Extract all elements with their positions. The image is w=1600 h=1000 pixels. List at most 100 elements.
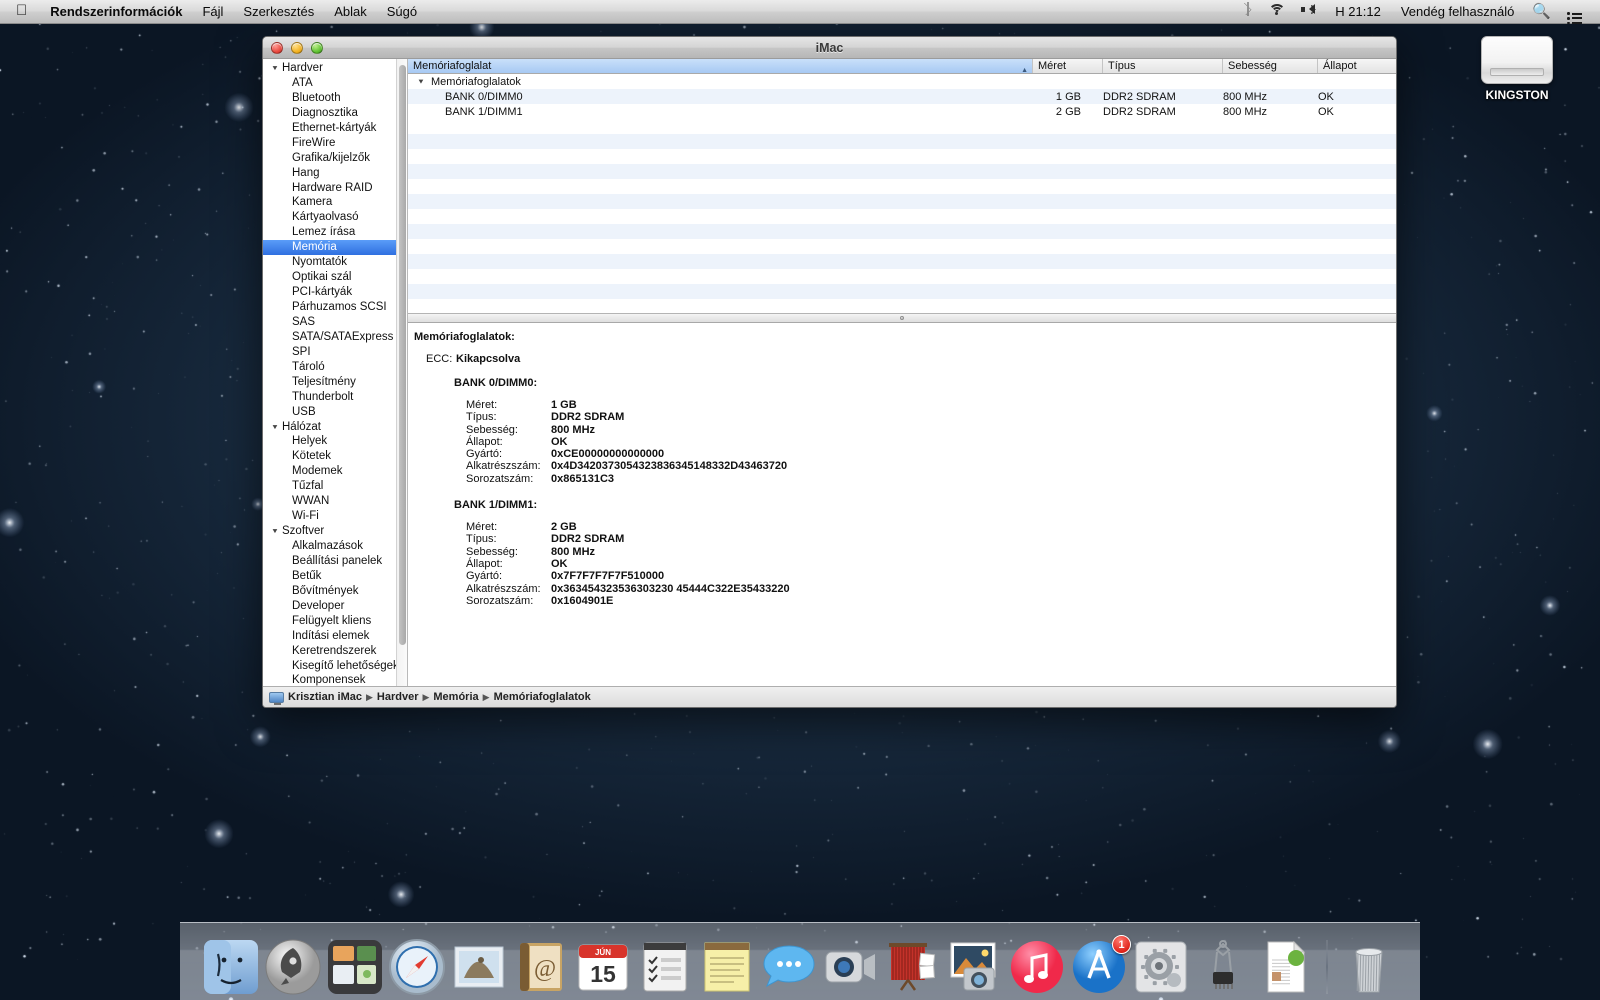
sidebar-item-hang[interactable]: Hang <box>263 166 407 181</box>
sidebar-item-kiseg-t-lehet-s-gek[interactable]: Kisegítő lehetőségek <box>263 659 407 674</box>
sidebar-item-kamera[interactable]: Kamera <box>263 195 407 210</box>
dock-item-iphoto[interactable] <box>946 938 1004 996</box>
breadcrumb-item-hardware[interactable]: Hardver <box>377 691 419 703</box>
menu-item-file[interactable]: Fájl <box>192 0 233 24</box>
sidebar-item-firewire[interactable]: FireWire <box>263 136 407 151</box>
dock-item-document[interactable] <box>1256 938 1314 996</box>
sidebar-item-bluetooth[interactable]: Bluetooth <box>263 91 407 106</box>
breadcrumb-item-computer[interactable]: Krisztian iMac <box>288 691 362 703</box>
dock-item-notes[interactable] <box>698 938 756 996</box>
apple-menu-icon[interactable]:  <box>0 3 40 18</box>
sidebar-item-diagnosztika[interactable]: Diagnosztika <box>263 106 407 121</box>
menu-item-edit[interactable]: Szerkesztés <box>233 0 324 24</box>
desktop-drive-kingston[interactable]: KINGSTON <box>1478 36 1556 102</box>
table-row[interactable]: BANK 0/DIMM0 1 GB DDR2 SDRAM 800 MHz OK <box>408 89 1396 104</box>
sidebar-item-alkalmaz-sok[interactable]: Alkalmazások <box>263 539 407 554</box>
sidebar-item-h-l-zat[interactable]: ▼ Hálózat <box>263 420 407 435</box>
notification-center-icon[interactable] <box>1559 0 1590 24</box>
dock-item-itunes[interactable] <box>1008 938 1066 996</box>
dock-item-mail[interactable] <box>450 938 508 996</box>
sidebar-item-ethernet-k-rty-k[interactable]: Ethernet-kártyák <box>263 121 407 136</box>
window-titlebar[interactable]: iMac <box>263 37 1396 59</box>
dock-item-messages[interactable] <box>760 938 818 996</box>
memory-slot-table[interactable]: ▼ Memóriafoglalatok BANK 0/DIMM0 1 GB DDR2 S… <box>408 74 1396 313</box>
table-row[interactable]: BANK 1/DIMM1 2 GB DDR2 SDRAM 800 MHz OK <box>408 104 1396 119</box>
sidebar-item-modemek[interactable]: Modemek <box>263 464 407 479</box>
sidebar-item-hardver[interactable]: ▼ Hardver <box>263 61 407 76</box>
sidebar-item-t-zfal[interactable]: Tűzfal <box>263 479 407 494</box>
dock-item-photo-booth[interactable] <box>884 938 942 996</box>
disclosure-triangle-icon[interactable]: ▼ <box>271 421 280 434</box>
column-header-slot[interactable]: Memóriafoglalat ▲ <box>408 59 1033 73</box>
sidebar-item-sas[interactable]: SAS <box>263 315 407 330</box>
sidebar-item-thunderbolt[interactable]: Thunderbolt <box>263 390 407 405</box>
column-header-speed[interactable]: Sebesség <box>1223 59 1318 73</box>
sidebar-item-lemez-r-sa[interactable]: Lemez írása <box>263 225 407 240</box>
sidebar-item-komponensek[interactable]: Komponensek <box>263 673 407 686</box>
dock-item-app-store[interactable]: 1 <box>1070 935 1131 996</box>
menubar-clock[interactable]: H 21:12 <box>1325 4 1391 19</box>
detail-field-key: Alkatrészszám: <box>466 582 541 595</box>
sidebar-item-szoftver[interactable]: ▼ Szoftver <box>263 524 407 539</box>
sidebar-item-k-rtyaolvas[interactable]: Kártyaolvasó <box>263 210 407 225</box>
dock-item-calendar[interactable]: JÚN 15 <box>574 938 632 996</box>
disclosure-triangle-icon[interactable]: ▼ <box>271 525 280 538</box>
menu-item-help[interactable]: Súgó <box>377 0 427 24</box>
column-header-size[interactable]: Méret <box>1033 59 1103 73</box>
sidebar-item-b-v-tm-nyek[interactable]: Bővítmények <box>263 584 407 599</box>
sidebar-item-pci-k-rty-k[interactable]: PCI-kártyák <box>263 285 407 300</box>
menubar-user[interactable]: Vendég felhasználó <box>1391 4 1524 19</box>
sidebar-item-optikai-sz-l[interactable]: Optikai szál <box>263 270 407 285</box>
search-icon[interactable]: 🔍 <box>1524 0 1559 24</box>
dock-item-finder[interactable] <box>202 938 260 1000</box>
dock-item-reminders[interactable] <box>636 938 694 996</box>
sidebar-item-hardware-raid[interactable]: Hardware RAID <box>263 181 407 196</box>
sidebar-item-fel-gyelt-kliens[interactable]: Felügyelt kliens <box>263 614 407 629</box>
sidebar-item-ata[interactable]: ATA <box>263 76 407 91</box>
dock-item-system-preferences[interactable] <box>1132 938 1190 1000</box>
sidebar-item-t-rol[interactable]: Tároló <box>263 360 407 375</box>
pane-splitter[interactable] <box>408 313 1396 323</box>
sidebar-item-sata-sataexpress[interactable]: SATA/SATAExpress <box>263 330 407 345</box>
volume-icon[interactable] <box>1293 0 1325 24</box>
sidebar-tree[interactable]: ▼ Hardver ATA Bluetooth Diagnosztika Ethernet… <box>263 59 408 686</box>
dock-item-facetime[interactable] <box>822 938 880 996</box>
dock-item-trash[interactable] <box>1340 938 1398 996</box>
menu-item-app[interactable]: Rendszerinformációk <box>40 0 192 24</box>
sidebar-item-wwan[interactable]: WWAN <box>263 494 407 509</box>
disclosure-triangle-icon[interactable]: ▼ <box>271 62 280 75</box>
sidebar-item-be-ll-t-si-panelek[interactable]: Beállítási panelek <box>263 554 407 569</box>
dock-item-launchpad[interactable] <box>264 938 322 996</box>
dock-item-contacts[interactable]: @ <box>512 938 570 996</box>
disclosure-triangle-icon[interactable]: ▼ <box>417 78 426 86</box>
dock-item-xcode[interactable] <box>1194 938 1252 996</box>
sidebar-item-mem-ria[interactable]: Memória <box>263 240 407 256</box>
sidebar-item-grafika-kijelz-k[interactable]: Grafika/kijelzők <box>263 151 407 166</box>
column-header-status[interactable]: Állapot <box>1318 59 1396 73</box>
bluetooth-icon[interactable] <box>1235 0 1260 24</box>
sidebar-item-keretrendszerek[interactable]: Keretrendszerek <box>263 644 407 659</box>
sidebar-item-label: Komponensek <box>292 674 366 686</box>
sidebar-item-k-tetek[interactable]: Kötetek <box>263 449 407 464</box>
table-group-row[interactable]: ▼ Memóriafoglalatok <box>408 74 1396 89</box>
sidebar-item-nyomtat-k[interactable]: Nyomtatók <box>263 255 407 270</box>
sidebar-item-bet-k[interactable]: Betűk <box>263 569 407 584</box>
menu-item-window[interactable]: Ablak <box>324 0 377 24</box>
sidebar-item-p-rhuzamos-scsi[interactable]: Párhuzamos SCSI <box>263 300 407 315</box>
dock-item-safari[interactable] <box>388 938 446 996</box>
wifi-icon[interactable] <box>1260 0 1293 24</box>
sidebar-item-wi-fi[interactable]: Wi-Fi <box>263 509 407 524</box>
breadcrumb-item-slots[interactable]: Memóriafoglalatok <box>494 691 591 703</box>
sidebar-scrollbar[interactable] <box>396 59 407 686</box>
column-header-type[interactable]: Típus <box>1103 59 1223 73</box>
sidebar-item-teljes-tm-ny[interactable]: Teljesítmény <box>263 375 407 390</box>
sidebar-scrollbar-thumb[interactable] <box>399 65 406 645</box>
sidebar-item-spi[interactable]: SPI <box>263 345 407 360</box>
sidebar-item-helyek[interactable]: Helyek <box>263 434 407 449</box>
breadcrumb-item-memory[interactable]: Memória <box>433 691 478 703</box>
sidebar-item-ind-t-si-elemek[interactable]: Indítási elemek <box>263 629 407 644</box>
dock-item-mission-control[interactable] <box>326 938 384 996</box>
system-preferences-icon <box>1132 938 1190 996</box>
sidebar-item-developer[interactable]: Developer <box>263 599 407 614</box>
sidebar-item-usb[interactable]: USB <box>263 405 407 420</box>
